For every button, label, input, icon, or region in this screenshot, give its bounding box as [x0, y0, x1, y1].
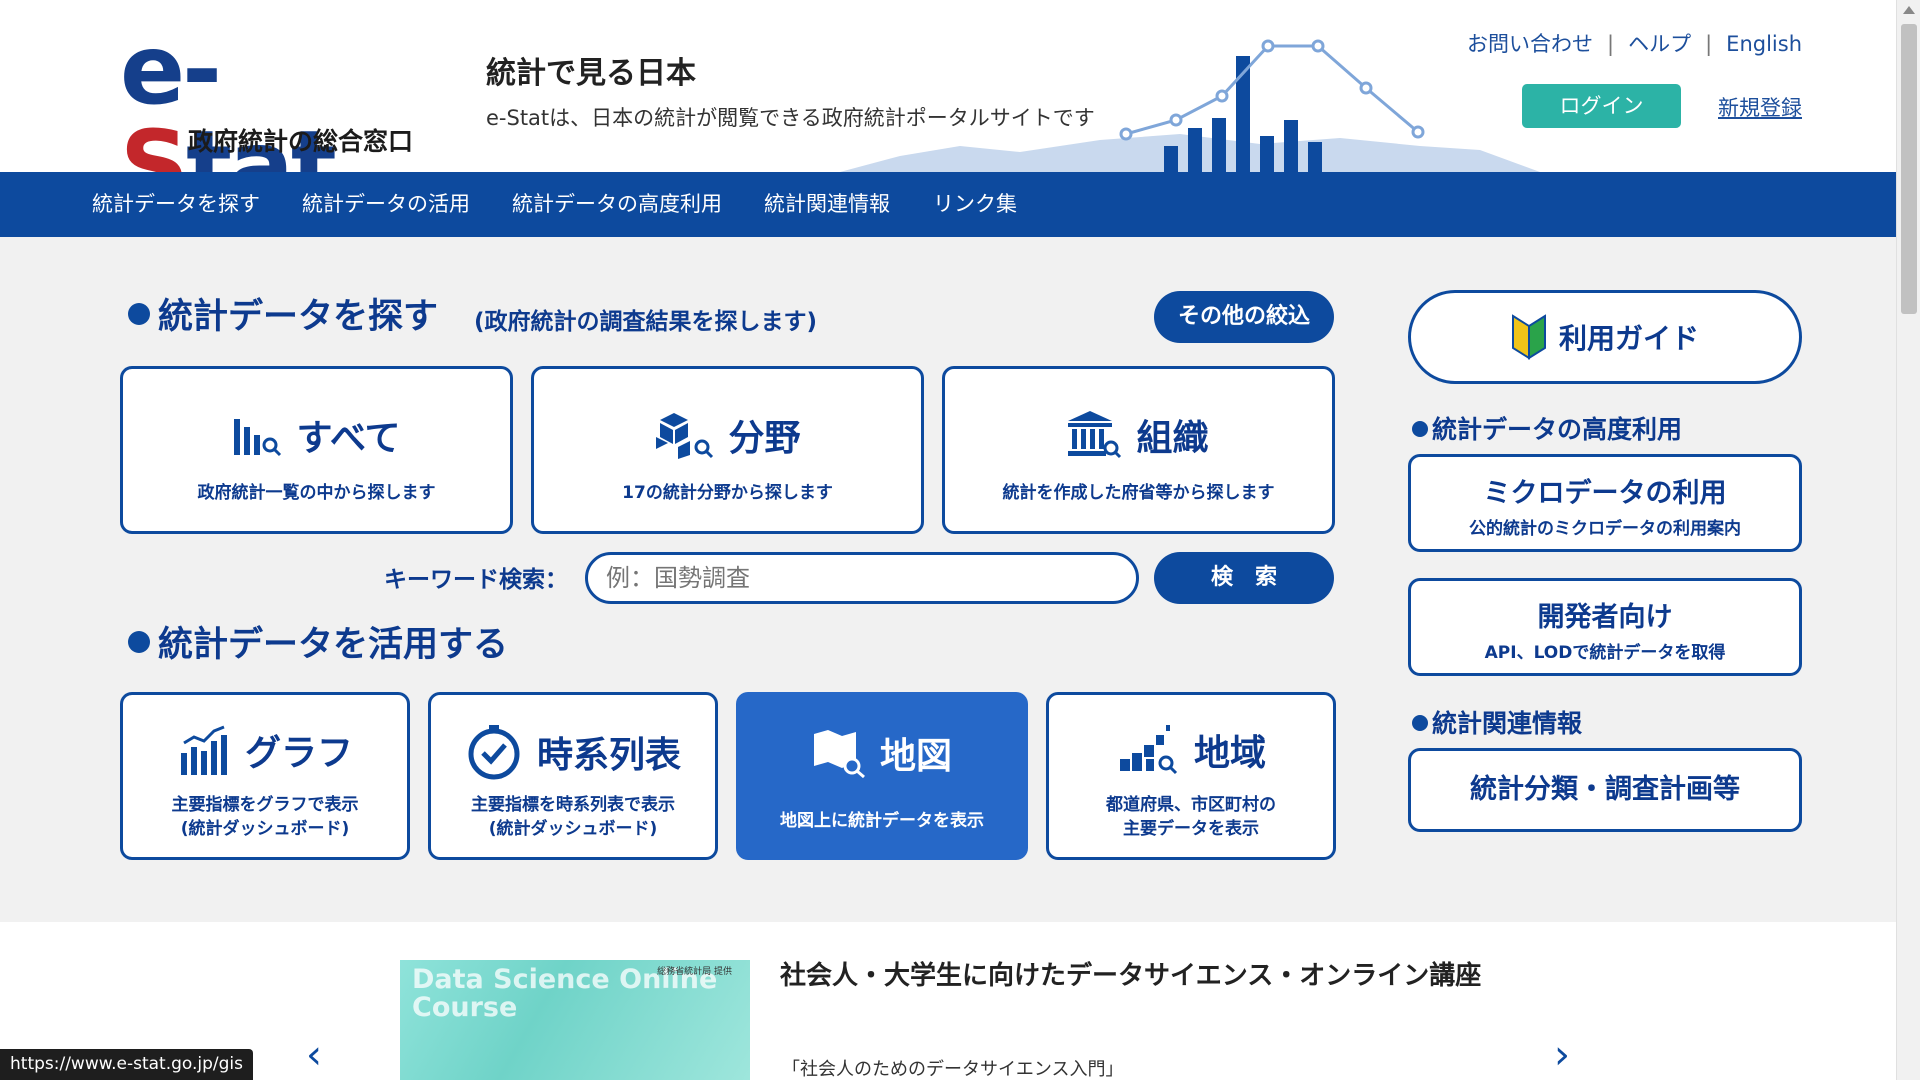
card-description-line1: 都道府県、市区町村の — [1106, 795, 1276, 815]
login-button[interactable]: ログイン — [1522, 84, 1681, 128]
register-link[interactable]: 新規登録 — [1718, 92, 1802, 122]
card-description: 政府統計一覧の中から探します — [197, 483, 436, 503]
status-bar-url: https://www.e-stat.go.jp/gis — [0, 1049, 254, 1080]
card-graph[interactable]: グラフ 主要指標をグラフで表示 (統計ダッシュボード) — [120, 692, 410, 860]
nav-item-links[interactable]: リンク集 — [933, 172, 1017, 237]
clock-check-icon — [468, 725, 520, 780]
news-banner-image[interactable]: Data Science Online Course 総務省統計局 提供 — [400, 960, 750, 1080]
card-title: 地域 — [1193, 733, 1266, 774]
government-building-icon — [1068, 411, 1122, 459]
region-stats-icon — [1119, 725, 1178, 775]
estat-logo[interactable]: e-Stat 政府統計の総合窓口 — [120, 22, 420, 214]
card-map[interactable]: 地図 地図上に統計データを表示 — [736, 692, 1028, 860]
help-link[interactable]: ヘルプ — [1628, 32, 1691, 56]
carousel-next-arrow[interactable]: › — [1554, 1032, 1570, 1078]
scroll-thumb[interactable] — [1901, 24, 1917, 314]
related-info-heading: 統計関連情報 — [1412, 704, 1582, 740]
card-description-line2: 主要データを表示 — [1123, 819, 1259, 839]
card-description-line1: 主要指標を時系列表で表示 — [471, 795, 675, 815]
graph-icon — [180, 725, 227, 775]
vertical-scrollbar[interactable] — [1896, 0, 1920, 1080]
developer-title: 開発者向け — [1537, 602, 1673, 633]
card-description-line1: 地図上に統計データを表示 — [780, 811, 984, 831]
card-title: グラフ — [244, 733, 353, 774]
card-title: 組織 — [1136, 418, 1209, 459]
developer-card[interactable]: 開発者向け API、LODで統計データを取得 — [1408, 578, 1802, 676]
card-description: 統計を作成した府省等から探します — [1002, 483, 1275, 503]
english-link[interactable]: English — [1726, 32, 1802, 56]
other-filter-button[interactable]: その他の絞込 — [1154, 291, 1334, 343]
microdata-card[interactable]: ミクロデータの利用 公的統計のミクロデータの利用案内 — [1408, 454, 1802, 552]
keyword-search-label: キーワード検索： — [384, 567, 568, 593]
microdata-description: 公的統計のミクロデータの利用案内 — [1469, 519, 1741, 539]
bar-chart-search-icon — [234, 419, 282, 457]
card-field[interactable]: 分野 17の統計分野から探します — [531, 366, 924, 534]
nav-item-use-data[interactable]: 統計データの活用 — [302, 172, 470, 237]
logo-subtitle: 政府統計の総合窓口 — [188, 127, 414, 156]
card-region[interactable]: 地域 都道府県、市区町村の 主要データを表示 — [1046, 692, 1336, 860]
separator: | — [1705, 32, 1713, 56]
section-heading-search: 統計データを探す — [128, 288, 438, 339]
card-time-series[interactable]: 時系列表 主要指標を時系列表で表示 (統計ダッシュボード) — [428, 692, 718, 860]
contact-link[interactable]: お問い合わせ — [1467, 32, 1593, 56]
header-chart-graphic — [840, 39, 1540, 172]
card-description: 17の統計分野から探します — [622, 483, 833, 503]
banner-provider: 総務省統計局 提供 — [657, 967, 732, 977]
card-title: 時系列表 — [536, 735, 681, 776]
card-all-statistics[interactable]: すべて 政府統計一覧の中から探します — [120, 366, 513, 534]
card-description-line2: (統計ダッシュボード) — [180, 819, 350, 839]
advanced-use-heading: 統計データの高度利用 — [1412, 410, 1682, 446]
cubes-search-icon — [656, 413, 714, 459]
news-title[interactable]: 社会人・大学生に向けたデータサイエンス・オンライン講座 — [780, 956, 1500, 996]
nav-item-advanced-use[interactable]: 統計データの高度利用 — [512, 172, 722, 237]
card-title: すべて — [296, 418, 401, 459]
main-nav: 統計データを探す 統計データの活用 統計データの高度利用 統計関連情報 リンク集 — [0, 172, 1896, 237]
scroll-up-arrow-icon[interactable] — [1903, 6, 1915, 14]
news-subtitle: 「社会人のためのデータサイエンス入門」 — [782, 1059, 1124, 1080]
guide-label: 利用ガイド — [1558, 322, 1699, 355]
card-title: 地図 — [879, 736, 952, 777]
card-description-line1: 主要指標をグラフで表示 — [171, 795, 359, 815]
classification-card[interactable]: 統計分類・調査計画等 — [1408, 748, 1802, 832]
card-description-line2: (統計ダッシュボード) — [488, 819, 658, 839]
beginner-mark-icon — [1511, 314, 1546, 360]
keyword-search-input[interactable] — [585, 552, 1139, 604]
separator: | — [1607, 32, 1615, 56]
site-header: e-Stat 政府統計の総合窓口 統計で見る日本 e-Statは、日本の統計が閲… — [0, 0, 1896, 214]
developer-description: API、LODで統計データを取得 — [1484, 643, 1726, 663]
classification-title: 統計分類・調査計画等 — [1470, 774, 1740, 805]
carousel-prev-arrow[interactable]: ‹ — [306, 1032, 322, 1078]
site-title: 統計で見る日本 — [486, 56, 696, 91]
nav-item-related-info[interactable]: 統計関連情報 — [764, 172, 890, 237]
nav-item-search-data[interactable]: 統計データを探す — [92, 172, 260, 237]
section-note-search: (政府統計の調査結果を探します) — [474, 309, 818, 335]
map-search-icon — [813, 730, 865, 778]
card-title: 分野 — [728, 418, 801, 459]
card-organization[interactable]: 組織 統計を作成した府省等から探します — [942, 366, 1335, 534]
utility-links: お問い合わせ | ヘルプ | English — [1467, 28, 1802, 58]
search-button[interactable]: 検 索 — [1154, 552, 1334, 604]
section-heading-use: 統計データを活用する — [128, 616, 508, 667]
microdata-title: ミクロデータの利用 — [1483, 478, 1727, 509]
user-guide-button[interactable]: 利用ガイド — [1408, 290, 1802, 384]
